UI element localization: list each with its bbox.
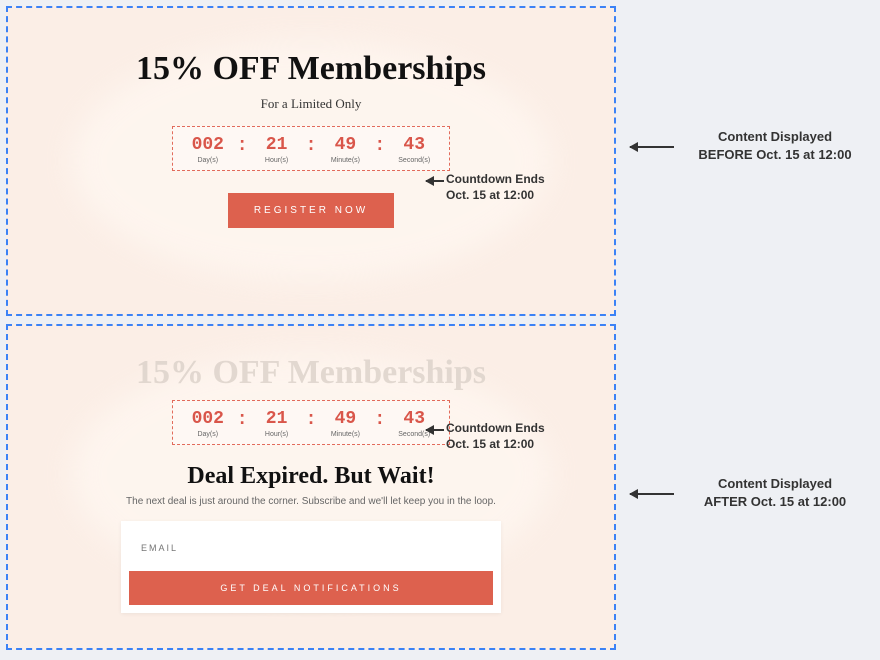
- right-column: Content Displayed BEFORE Oct. 15 at 12:0…: [620, 0, 880, 660]
- arrow-left-icon: [630, 146, 674, 148]
- before-headline: 15% OFF Memberships: [8, 50, 614, 88]
- countdown-days-value: 002: [192, 135, 224, 155]
- register-button[interactable]: REGISTER NOW: [228, 193, 394, 228]
- left-column: 15% OFF Memberships For a Limited Only 0…: [0, 0, 620, 660]
- promo-box-before: 15% OFF Memberships For a Limited Only 0…: [6, 6, 616, 316]
- annotation-countdown-line1: Countdown Ends: [446, 421, 545, 435]
- before-content: 15% OFF Memberships For a Limited Only 0…: [8, 8, 614, 228]
- countdown-days-label: Day(s): [197, 157, 218, 164]
- annotation-after-line2: AFTER Oct. 15 at 12:00: [704, 494, 846, 509]
- countdown-days: 002 Day(s): [187, 409, 229, 438]
- annotation-before-line1: Content Displayed: [718, 129, 832, 144]
- annotation-after-label: Content Displayed AFTER Oct. 15 at 12:00: [680, 475, 870, 510]
- countdown-seconds: 43 Second(s): [393, 135, 435, 164]
- annotation-before-line2: BEFORE Oct. 15 at 12:00: [698, 147, 851, 162]
- before-subline: For a Limited Only: [8, 96, 614, 112]
- annotation-countdown-before: Countdown Ends Oct. 15 at 12:00: [446, 171, 545, 203]
- countdown-minutes-value: 49: [335, 135, 357, 155]
- get-notifications-button[interactable]: GET DEAL NOTIFICATIONS: [129, 571, 493, 605]
- countdown-hours-value: 21: [266, 135, 288, 155]
- after-headline-faded: 15% OFF Memberships: [8, 354, 614, 392]
- countdown-sep: :: [374, 409, 385, 430]
- arrow-left-icon: [426, 180, 444, 182]
- expired-subtext: The next deal is just around the corner.…: [8, 496, 614, 507]
- annotation-countdown-line2: Oct. 15 at 12:00: [446, 437, 534, 451]
- email-field[interactable]: [129, 529, 493, 567]
- countdown-sep: :: [237, 409, 248, 430]
- countdown-hours: 21 Hour(s): [256, 409, 298, 438]
- countdown-sep: :: [374, 135, 385, 156]
- after-content: 15% OFF Memberships 002 Day(s) : 21 Hour…: [8, 326, 614, 613]
- diagram-root: 15% OFF Memberships For a Limited Only 0…: [0, 0, 880, 660]
- countdown-sep: :: [237, 135, 248, 156]
- countdown-minutes-label: Minute(s): [331, 157, 360, 164]
- annotation-countdown-after: Countdown Ends Oct. 15 at 12:00: [446, 420, 545, 452]
- expired-headline: Deal Expired. But Wait!: [8, 463, 614, 490]
- promo-box-after: 15% OFF Memberships 002 Day(s) : 21 Hour…: [6, 324, 616, 650]
- countdown-days-label: Day(s): [197, 431, 218, 438]
- countdown-days: 002 Day(s): [187, 135, 229, 164]
- countdown-hours-label: Hour(s): [265, 431, 288, 438]
- countdown-seconds-value: 43: [403, 135, 425, 155]
- countdown-after: 002 Day(s) : 21 Hour(s) : 49 Minute(s) :: [172, 400, 450, 445]
- countdown-hours: 21 Hour(s): [256, 135, 298, 164]
- countdown-sep: :: [306, 409, 317, 430]
- countdown-sep: :: [306, 135, 317, 156]
- countdown-before: 002 Day(s) : 21 Hour(s) : 49 Minute(s) :: [172, 126, 450, 171]
- subscribe-form: GET DEAL NOTIFICATIONS: [121, 521, 501, 613]
- annotation-countdown-line1: Countdown Ends: [446, 172, 545, 186]
- countdown-seconds-label: Second(s): [398, 157, 430, 164]
- countdown-minutes-label: Minute(s): [331, 431, 360, 438]
- countdown-hours-label: Hour(s): [265, 157, 288, 164]
- countdown-seconds-value: 43: [403, 409, 425, 429]
- countdown-hours-value: 21: [266, 409, 288, 429]
- countdown-minutes: 49 Minute(s): [324, 409, 366, 438]
- countdown-minutes: 49 Minute(s): [324, 135, 366, 164]
- arrow-left-icon: [630, 493, 674, 495]
- annotation-before-label: Content Displayed BEFORE Oct. 15 at 12:0…: [680, 128, 870, 163]
- annotation-countdown-line2: Oct. 15 at 12:00: [446, 188, 534, 202]
- countdown-days-value: 002: [192, 409, 224, 429]
- countdown-minutes-value: 49: [335, 409, 357, 429]
- arrow-left-icon: [426, 429, 444, 431]
- annotation-after-line1: Content Displayed: [718, 476, 832, 491]
